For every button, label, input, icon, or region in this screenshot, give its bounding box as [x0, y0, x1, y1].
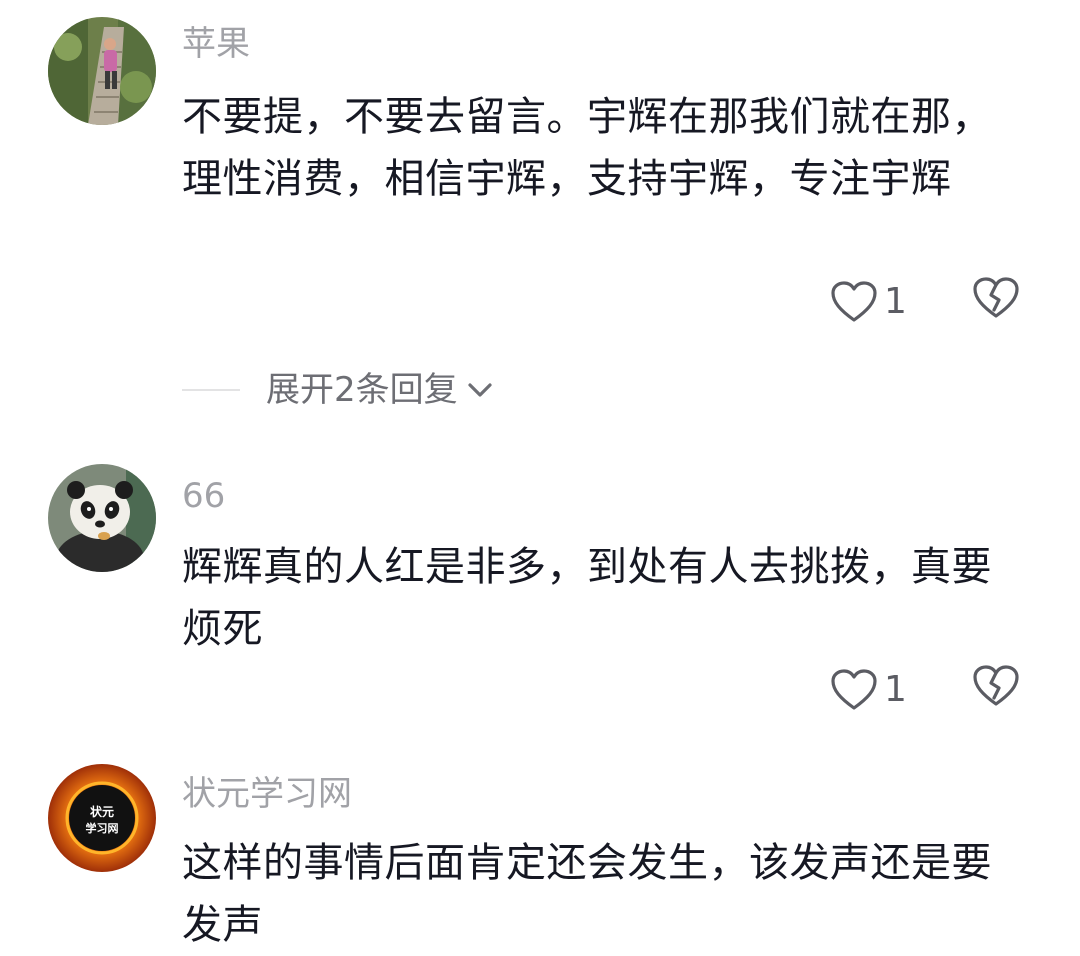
like-button[interactable]: 1 [830, 274, 907, 330]
svg-text:学习网: 学习网 [86, 821, 119, 835]
divider [182, 389, 240, 391]
comment-actions: 1 [820, 274, 1040, 330]
expand-replies-label: 展开2条回复 [266, 370, 458, 410]
like-button[interactable]: 1 [830, 662, 907, 718]
comment-text: 这样的事情后面肯定还会发生，该发声还是要发声 [182, 840, 992, 948]
username[interactable]: 66 [182, 474, 225, 518]
heart-outline-icon [831, 281, 877, 322]
comment-item: 苹果 不要提，不要去留言。宇辉在那我们就在那，理性消费，相信宇辉，支持宇辉，专注… [0, 0, 1080, 340]
username[interactable]: 状元学习网 [182, 772, 352, 816]
expand-replies-button[interactable]: 展开2条回复 [182, 364, 494, 416]
broken-heart-icon [973, 665, 1019, 706]
avatar-logo-text: 状元 [90, 804, 114, 819]
avatar[interactable] [48, 17, 156, 125]
dislike-button[interactable] [972, 276, 1020, 320]
like-count: 1 [884, 669, 907, 710]
comment-actions: 1 [820, 662, 1040, 718]
heart-outline-icon [831, 669, 877, 710]
comment-text: 辉辉真的人红是非多，到处有人去挑拨，真要烦死 [182, 544, 992, 652]
comment-item: 状元 学习网 状元学习网 这样的事情后面肯定还会发生，该发声还是要发声 [0, 740, 1080, 956]
username[interactable]: 苹果 [182, 22, 250, 66]
avatar[interactable] [48, 464, 156, 572]
comment-text: 不要提，不要去留言。宇辉在那我们就在那，理性消费，相信宇辉，支持宇辉，专注宇辉 [182, 94, 992, 202]
broken-heart-icon [973, 277, 1019, 318]
chevron-down-icon [468, 383, 492, 397]
like-count: 1 [884, 281, 907, 322]
comment-item: 66 辉辉真的人红是非多，到处有人去挑拨，真要烦死 1 [0, 440, 1080, 730]
dislike-button[interactable] [972, 664, 1020, 708]
avatar[interactable]: 状元 学习网 [48, 764, 156, 872]
